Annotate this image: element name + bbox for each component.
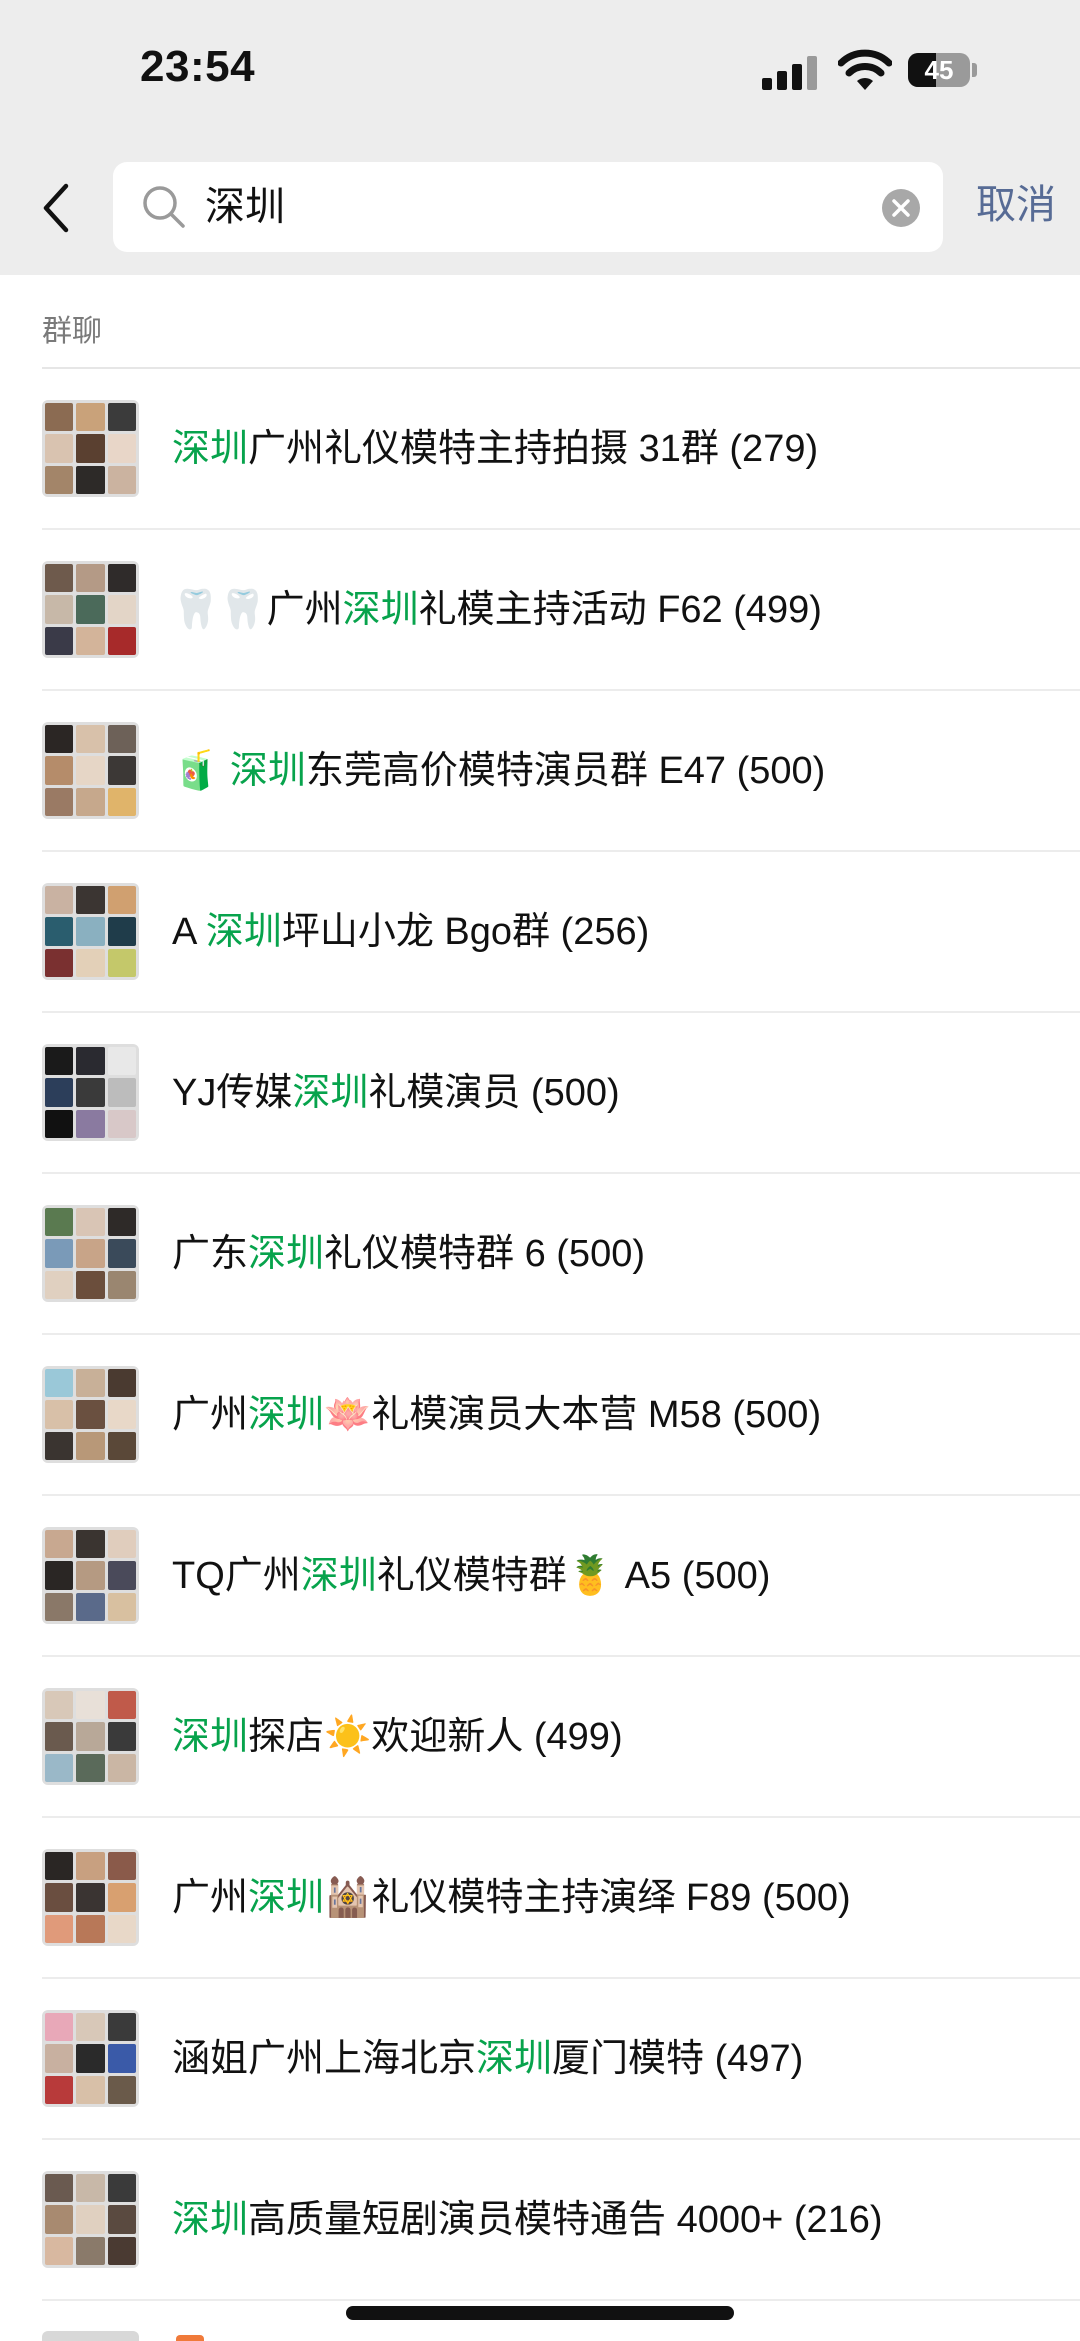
list-item[interactable]: 广东深圳礼仪模特群 6 (500) [0,1174,1080,1335]
clear-search-icon[interactable] [881,188,921,228]
group-name-text: 东莞高价模特演员群 E47 (500) [305,750,826,792]
group-avatar [42,883,139,980]
group-name-text: 🪷礼模演员大本营 M58 (500) [324,1394,822,1436]
status-bar: 23:54 45 [0,0,1080,145]
group-avatar [42,2331,139,2341]
group-avatar [42,1527,139,1624]
group-name-text: 礼模演员 (500) [368,1072,620,1114]
list-item[interactable]: 深圳高质量短剧演员模特通告 4000+ (216) [0,2140,1080,2301]
group-name-text: 广州 [172,1394,249,1436]
group-name-text: 坪山小龙 Bgo群 (256) [281,911,650,953]
group-name-text: 广东 [172,1233,249,1275]
group-name: YJ传媒深圳礼模演员 (500) [172,1065,620,1121]
group-name-text: 礼仪模特群🍍 A5 (500) [376,1555,771,1597]
group-name: 深圳高质量短剧演员模特通告 4000+ (216) [172,2192,883,2248]
group-name: 深圳探店☀️欢迎新人 (499) [172,1709,623,1765]
highlighted-keyword: 深圳 [172,1716,249,1758]
list-item[interactable]: 深圳广州礼仪模特主持拍摄 31群 (279) [0,369,1080,530]
group-name-text: 探店☀️欢迎新人 (499) [248,1716,623,1758]
group-name-text: A [172,911,206,953]
group-name-text: 礼仪模特群 6 (500) [324,1233,645,1275]
group-avatar [42,2171,139,2268]
results-list: 深圳广州礼仪模特主持拍摄 31群 (279) 🦷🦷广州深圳礼模主持活动 F62 (… [0,369,1080,2301]
group-name: 🧃 深圳东莞高价模特演员群 E47 (500) [172,743,825,799]
group-name: 深圳广州礼仪模特主持拍摄 31群 (279) [172,421,818,477]
group-name-text: YJ传媒 [172,1072,293,1114]
group-avatar [42,1849,139,1946]
group-avatar [42,1044,139,1141]
highlighted-keyword: 深圳 [300,1555,377,1597]
highlighted-keyword: 深圳 [292,1072,369,1114]
highlighted-keyword: 深圳 [229,750,306,792]
highlighted-keyword: 深圳 [248,1233,325,1275]
list-item[interactable]: A 深圳坪山小龙 Bgo群 (256) [0,852,1080,1013]
search-results-screen: 23:54 45 深圳 取消 群聊 深圳广州礼仪模特主持拍摄 31群 (279)… [0,0,1080,2341]
highlighted-keyword: 深圳 [476,2038,553,2080]
emoji-icon [176,2335,204,2341]
highlighted-keyword: 深圳 [248,1394,325,1436]
highlighted-keyword: 深圳 [205,911,282,953]
search-icon [143,186,185,228]
group-name-text: 礼模主持活动 F62 (499) [418,589,822,631]
group-avatar [42,1205,139,1302]
group-name: 广州深圳🪷礼模演员大本营 M58 (500) [172,1387,821,1443]
group-name-text: 高质量短剧演员模特通告 4000+ (216) [248,2199,883,2241]
group-name: 广州深圳🕍礼仪模特主持演绎 F89 (500) [172,1870,851,1926]
cancel-button[interactable]: 取消 [976,180,1056,230]
highlighted-keyword: 深圳 [342,589,419,631]
home-indicator[interactable] [346,2306,734,2320]
list-item[interactable]: 广州深圳🕍礼仪模特主持演绎 F89 (500) [0,1818,1080,1979]
group-name: TQ广州深圳礼仪模特群🍍 A5 (500) [172,1548,770,1604]
group-name: A 深圳坪山小龙 Bgo群 (256) [172,904,649,960]
back-chevron-icon[interactable] [36,180,76,236]
group-name-text: 🕍礼仪模特主持演绎 F89 (500) [324,1877,851,1919]
list-item[interactable]: 广州深圳🪷礼模演员大本营 M58 (500) [0,1335,1080,1496]
group-name-text: 广州 [172,1877,249,1919]
group-avatar [42,561,139,658]
group-name-text: TQ广州 [172,1555,301,1597]
list-item[interactable]: 🦷🦷广州深圳礼模主持活动 F62 (499) [0,530,1080,691]
group-name-text: 🦷🦷广州 [172,589,343,631]
group-avatar [42,1688,139,1785]
group-avatar [42,722,139,819]
group-avatar [42,400,139,497]
group-name-text: 🧃 [172,750,230,792]
highlighted-keyword: 深圳 [248,1877,325,1919]
group-name-text: 涵姐广州上海北京 [172,2038,477,2080]
top-bar: 23:54 45 深圳 取消 [0,0,1080,275]
search-input[interactable]: 深圳 [113,162,943,252]
status-time: 23:54 [140,42,256,91]
group-name-text: 厦门模特 (497) [552,2038,804,2080]
list-item[interactable]: TQ广州深圳礼仪模特群🍍 A5 (500) [0,1496,1080,1657]
group-name: 涵姐广州上海北京深圳厦门模特 (497) [172,2031,803,2087]
battery-percentage: 45 [924,55,954,85]
list-item[interactable]: 🧃 深圳东莞高价模特演员群 E47 (500) [0,691,1080,852]
section-header-group-chats: 群聊 [42,315,102,348]
search-query[interactable]: 深圳 [205,182,285,232]
highlighted-keyword: 深圳 [172,2199,249,2241]
group-name: 广东深圳礼仪模特群 6 (500) [172,1226,645,1282]
group-name: 🦷🦷广州深圳礼模主持活动 F62 (499) [172,582,822,638]
list-item[interactable]: 涵姐广州上海北京深圳厦门模特 (497) [0,1979,1080,2140]
wifi-icon [838,49,892,90]
list-item[interactable]: YJ传媒深圳礼模演员 (500) [0,1013,1080,1174]
list-item[interactable]: 深圳探店☀️欢迎新人 (499) [0,1657,1080,1818]
cellular-signal-icon [762,56,822,90]
group-avatar [42,1366,139,1463]
group-name-text: 广州礼仪模特主持拍摄 31群 (279) [248,428,819,470]
search-bar: 深圳 取消 [0,150,1080,260]
battery-icon: 45 [908,53,978,89]
group-avatar [42,2010,139,2107]
highlighted-keyword: 深圳 [172,428,249,470]
